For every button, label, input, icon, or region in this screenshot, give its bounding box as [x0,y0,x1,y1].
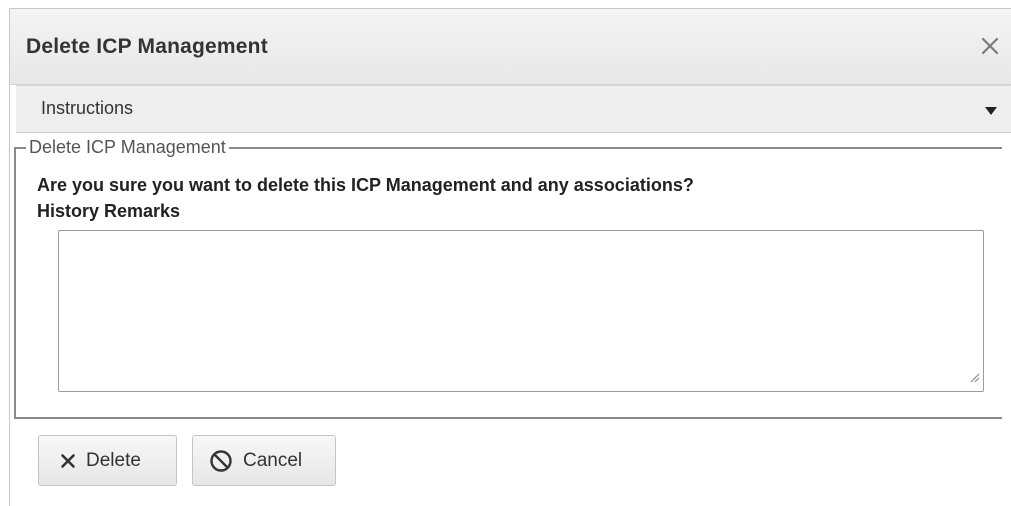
history-remarks-textarea[interactable] [58,230,984,392]
cancel-button-label: Cancel [243,449,303,471]
fieldset-legend: Delete ICP Management [29,137,226,157]
instructions-label: Instructions [41,98,134,118]
history-remarks-wrapper [58,230,984,392]
history-remarks-label: History Remarks [37,201,181,221]
instructions-accordion[interactable]: Instructions [16,85,1011,133]
close-button[interactable] [975,31,1005,61]
x-icon [60,453,76,469]
delete-button[interactable]: Delete [38,435,177,486]
dialog-titlebar: Delete ICP Management [10,9,1011,85]
caret-down-icon [984,103,998,121]
ban-icon [209,449,233,473]
resize-grip-icon[interactable] [968,370,980,388]
delete-button-label: Delete [86,449,141,471]
confirmation-question: Are you sure you want to delete this ICP… [37,175,694,195]
close-icon [981,37,999,55]
cancel-button[interactable]: Cancel [192,435,336,486]
dialog-title: Delete ICP Management [26,35,268,58]
